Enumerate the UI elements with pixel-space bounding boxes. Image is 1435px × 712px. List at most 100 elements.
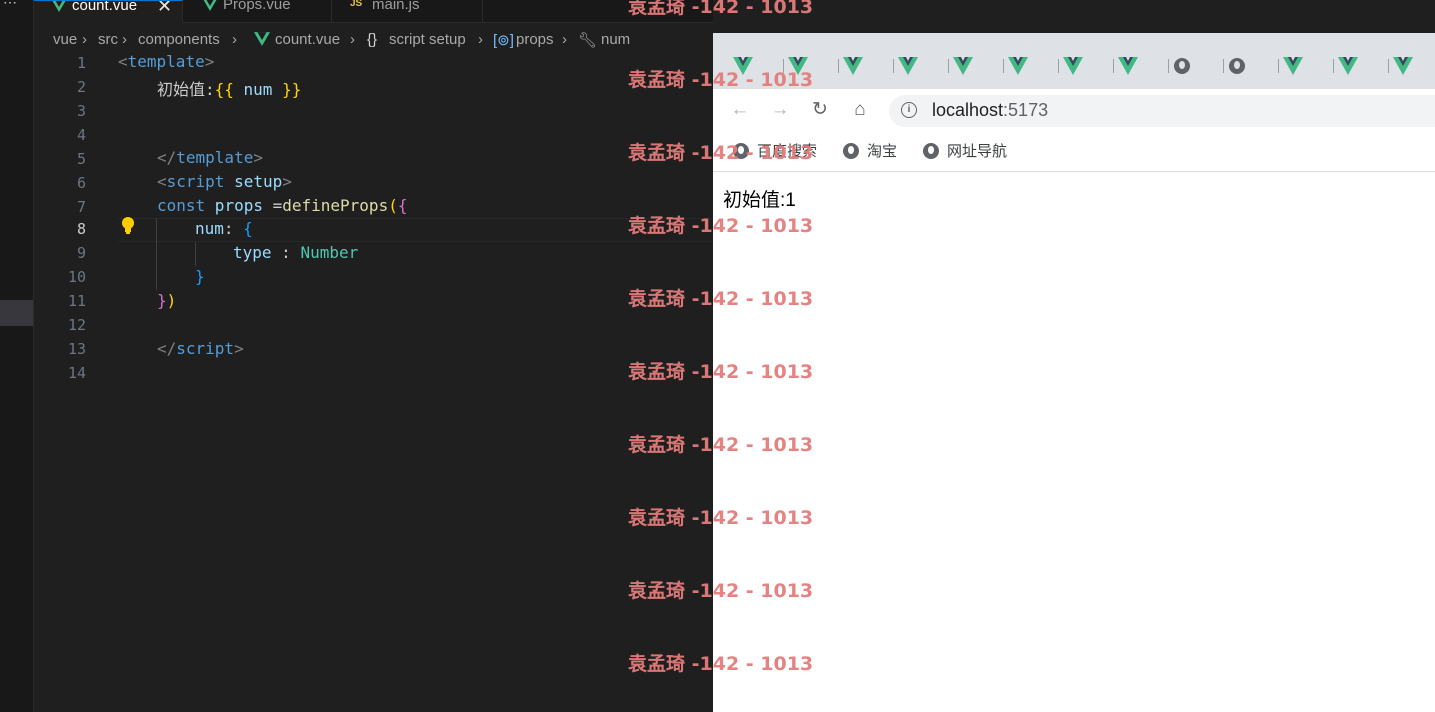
- tab-count-vue[interactable]: count.vue ✕: [34, 0, 183, 23]
- vue-icon: [203, 0, 217, 15]
- home-icon[interactable]: ⌂: [850, 100, 870, 120]
- browser-tab[interactable]: [1391, 55, 1435, 77]
- editor-tab-bar: count.vue ✕ Props.vue JS main.js: [34, 0, 713, 23]
- watermark: 袁孟琦 -142 - 1013: [628, 507, 814, 529]
- line-number: 5: [76, 150, 86, 168]
- browser-tab[interactable]: [951, 55, 1006, 77]
- breadcrumb-item[interactable]: num: [601, 31, 630, 48]
- variable-icon: [⊚]: [493, 32, 514, 49]
- watermark: 袁孟琦 -142 - 1013: [628, 580, 814, 602]
- tab-separator: [1113, 59, 1114, 73]
- code-line-10: }: [195, 267, 205, 286]
- browser-tab[interactable]: [1226, 55, 1281, 77]
- tab-separator: [1333, 59, 1334, 73]
- line-number-current: 8: [76, 220, 86, 238]
- chevron-right-icon: ›: [350, 31, 355, 48]
- vue-icon: [254, 32, 270, 50]
- chevron-right-icon: ›: [232, 31, 237, 48]
- bookmark-taobao[interactable]: 淘宝: [843, 140, 897, 161]
- tab-props-vue[interactable]: Props.vue: [183, 0, 332, 22]
- browser-tab[interactable]: [1116, 55, 1171, 77]
- tab-separator: [1058, 59, 1059, 73]
- line-number: 14: [67, 364, 86, 382]
- back-arrow-icon[interactable]: ←: [730, 100, 750, 120]
- breadcrumb-item[interactable]: vue: [53, 31, 77, 48]
- code-line-13: </script>: [157, 339, 244, 358]
- line-number: 9: [76, 244, 86, 262]
- lightbulb-icon[interactable]: [121, 216, 135, 239]
- line-number: 2: [76, 78, 86, 96]
- browser-tab[interactable]: [1061, 55, 1116, 77]
- browser-tab[interactable]: [1281, 55, 1336, 77]
- tab-separator: [1278, 59, 1279, 73]
- code-line-8: num: {: [195, 219, 253, 238]
- browser-tab[interactable]: [1336, 55, 1391, 77]
- watermark: 袁孟琦 -142 - 1013: [628, 142, 814, 164]
- browser-tab[interactable]: [1006, 55, 1061, 77]
- tab-separator: [1003, 59, 1004, 73]
- globe-icon: [1173, 57, 1191, 80]
- browser-tab[interactable]: [896, 55, 951, 77]
- line-number: 7: [76, 198, 86, 216]
- reload-icon[interactable]: ↻: [810, 100, 830, 120]
- vue-icon: [52, 1, 66, 16]
- tab-separator: [1223, 59, 1224, 73]
- tab-label: Props.vue: [223, 0, 291, 13]
- line-number: 4: [76, 126, 86, 144]
- wrench-icon: 🔧︎: [578, 32, 598, 49]
- vue-icon: [1338, 57, 1358, 80]
- code-editor[interactable]: 1 2 3 4 5 6 7 8 9 10 11 12 13 14 <templa…: [34, 50, 713, 712]
- browser-tab-strip: [713, 33, 1435, 89]
- tab-main-js[interactable]: JS main.js: [332, 0, 483, 22]
- close-icon[interactable]: ✕: [157, 1, 172, 17]
- indent-guide: [156, 218, 157, 290]
- line-number: 10: [67, 268, 86, 286]
- vue-icon: [1008, 57, 1028, 80]
- page-content-text: 初始值:1: [723, 190, 796, 211]
- code-line-1: <template>: [118, 52, 215, 71]
- bookmark-nav[interactable]: 网址导航: [923, 140, 1007, 161]
- code-line-6: <script setup>: [157, 172, 292, 191]
- address-bar[interactable]: i localhost:5173: [889, 95, 1435, 127]
- site-info-icon[interactable]: i: [901, 102, 917, 118]
- line-number: 11: [67, 292, 86, 310]
- browser-tab[interactable]: [841, 55, 896, 77]
- vue-icon: [1063, 57, 1083, 80]
- forward-arrow-icon[interactable]: →: [770, 100, 790, 120]
- code-line-2: 初始值:{{ num }}: [157, 80, 302, 99]
- breadcrumb-item[interactable]: script setup: [389, 31, 466, 48]
- tab-label: count.vue: [72, 0, 138, 14]
- watermark: 袁孟琦 -142 - 1013: [628, 361, 814, 383]
- line-number: 13: [67, 340, 86, 358]
- browser-window: ← → ↻ ⌂ i localhost:5173 百度搜索 淘宝 网址导航 初始…: [713, 33, 1435, 712]
- breadcrumb-item[interactable]: props: [516, 31, 554, 48]
- chevron-right-icon: ›: [478, 31, 483, 48]
- vue-icon: [898, 57, 918, 80]
- globe-icon: [843, 143, 859, 159]
- line-number: 3: [76, 102, 86, 120]
- activity-bar-selected-item[interactable]: [0, 300, 33, 326]
- watermark: 袁孟琦 -142 - 1013: [628, 434, 814, 456]
- tab-separator: [838, 59, 839, 73]
- vue-icon: [953, 57, 973, 80]
- vue-icon: [843, 57, 863, 80]
- vue-icon: [1393, 57, 1413, 80]
- tab-separator: [1388, 59, 1389, 73]
- more-icon[interactable]: ⋯: [3, 0, 18, 11]
- browser-toolbar: ← → ↻ ⌂ i localhost:5173: [713, 89, 1435, 131]
- watermark: 袁孟琦 -142 - 1013: [628, 288, 814, 310]
- breadcrumb-item[interactable]: count.vue: [275, 31, 340, 48]
- line-number: 1: [76, 54, 86, 72]
- globe-icon: [923, 143, 939, 159]
- chevron-right-icon: ›: [562, 31, 567, 48]
- breadcrumb-item[interactable]: components: [138, 31, 220, 48]
- watermark: 袁孟琦 -142 - 1013: [628, 69, 814, 91]
- browser-tab[interactable]: [1171, 55, 1226, 77]
- vue-icon: [1118, 57, 1138, 80]
- globe-icon: [1228, 57, 1246, 80]
- watermark: 袁孟琦 -142 - 1013: [628, 653, 814, 675]
- url-text[interactable]: localhost:5173: [932, 100, 1048, 121]
- breadcrumb-item[interactable]: src: [98, 31, 118, 48]
- vue-icon: [1283, 57, 1303, 80]
- bookmarks-bar: 百度搜索 淘宝 网址导航: [713, 131, 1435, 172]
